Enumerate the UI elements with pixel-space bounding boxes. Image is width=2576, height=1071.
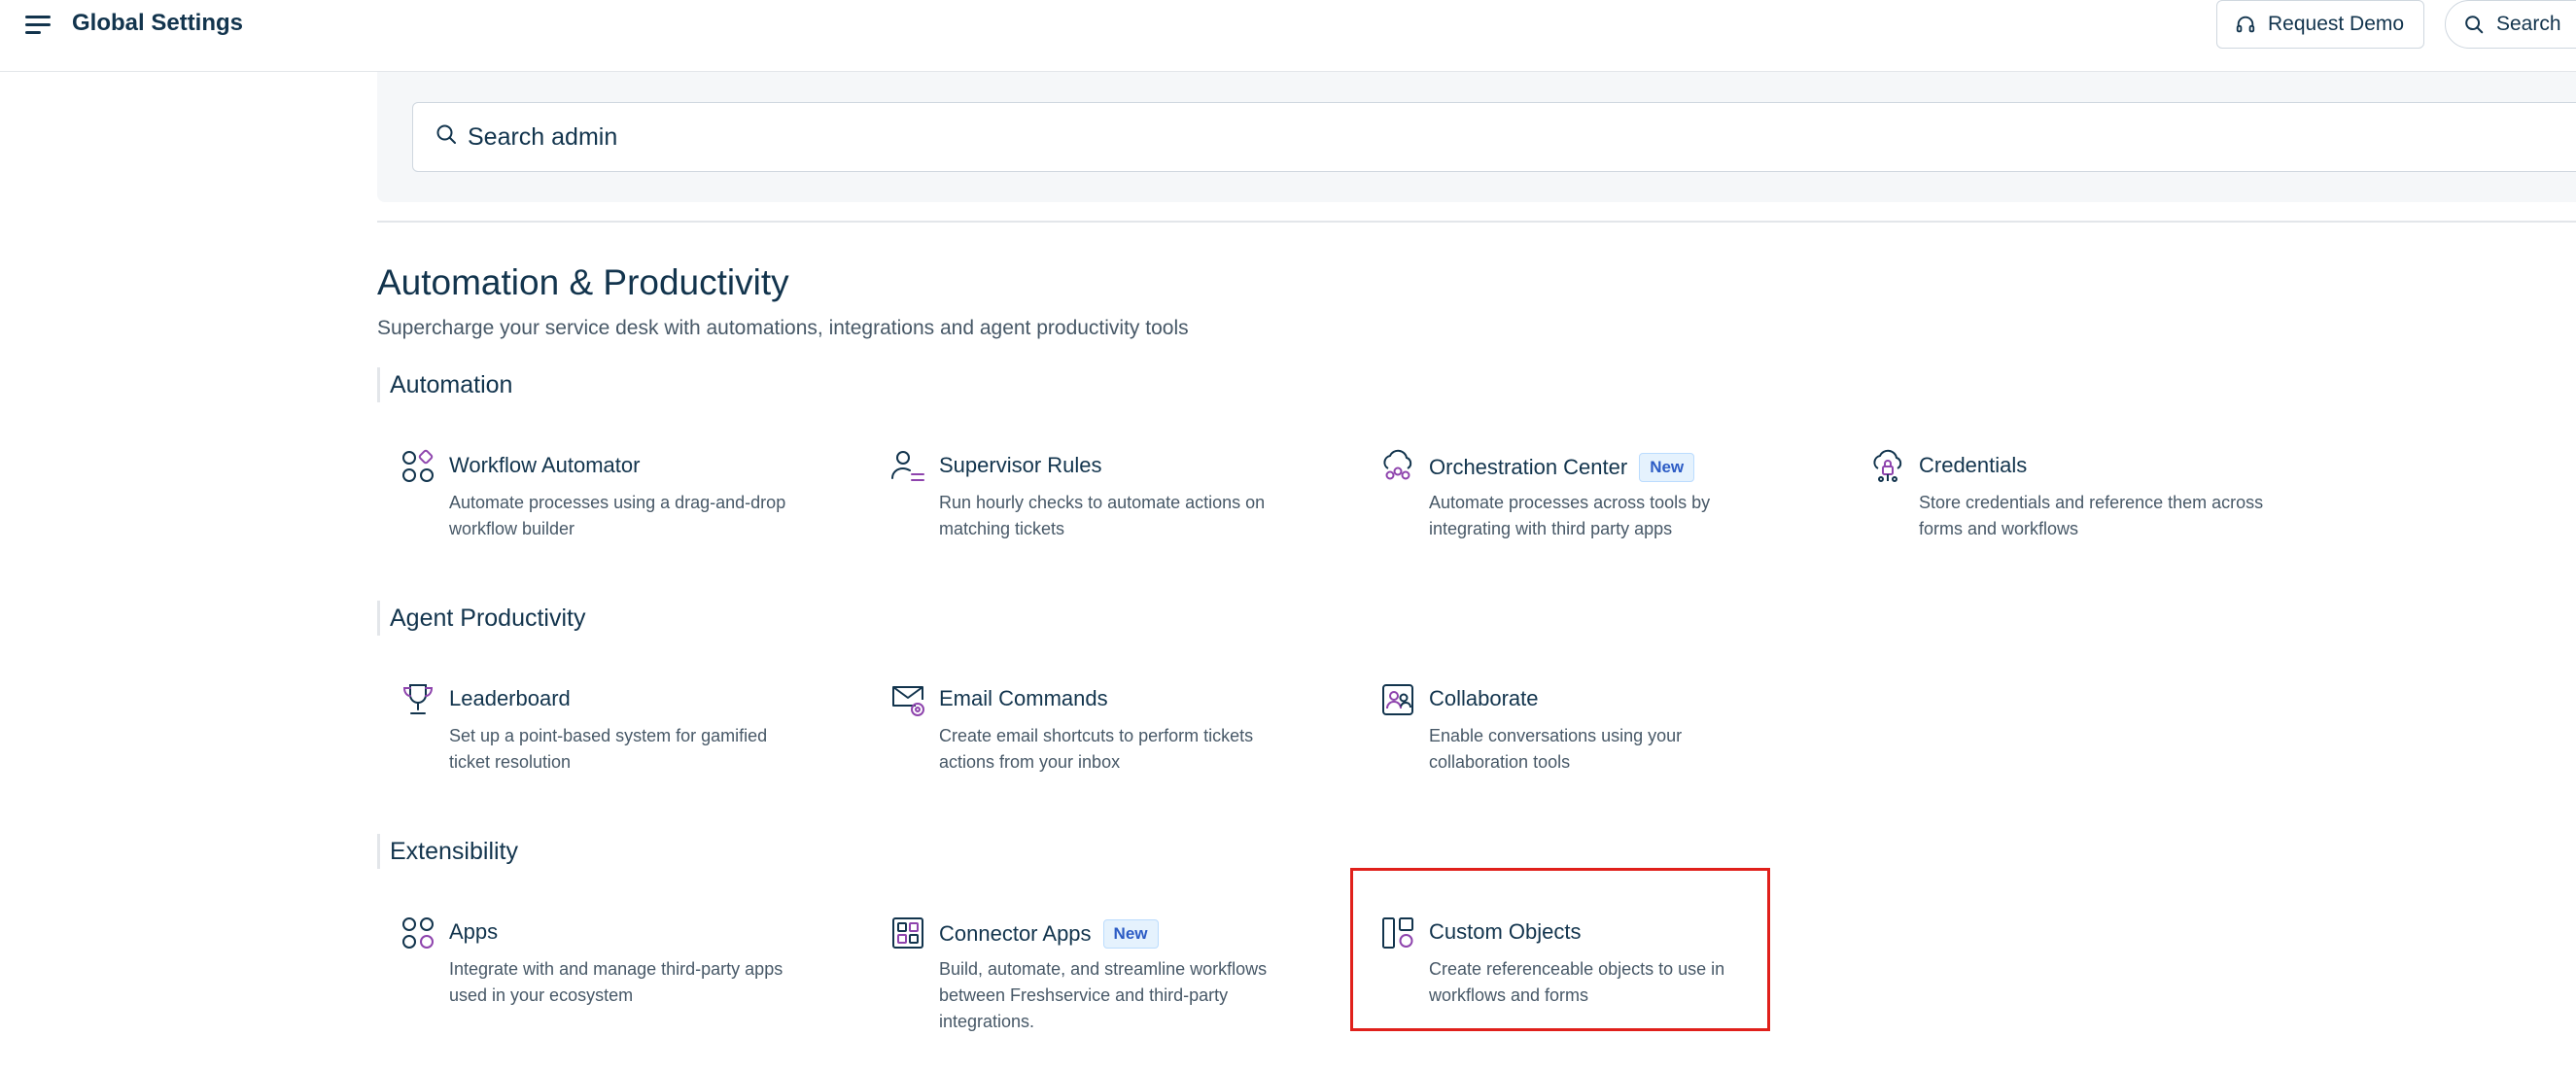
selection-highlight [1350, 868, 1770, 1031]
card-email-commands[interactable]: Email Commands Create email shortcuts to… [869, 682, 1287, 838]
card-description: Enable conversations using your collabor… [1429, 726, 1683, 772]
credentials-icon [1873, 449, 1902, 482]
card-orchestration-center[interactable]: Orchestration Center New Automate proces… [1359, 449, 1777, 605]
card-description: Automate processes across tools by integ… [1429, 493, 1711, 538]
collaborate-icon [1382, 684, 1413, 715]
request-demo-label: Request Demo [2268, 13, 2405, 35]
card-supervisor-rules[interactable]: Supervisor Rules Run hourly checks to au… [869, 449, 1287, 605]
search-icon [436, 124, 456, 144]
headset-icon [2236, 16, 2255, 33]
email-commands-icon [892, 686, 924, 716]
section-title: Automation & Productivity [377, 262, 789, 302]
card-description: Store credentials and reference them acr… [1919, 493, 2264, 538]
supervisor-rules-icon [891, 451, 924, 481]
global-search-button[interactable]: Search [2445, 0, 2576, 49]
card-collaborate[interactable]: Collaborate Enable conversations using y… [1359, 682, 1777, 838]
card-description: Build, automate, and streamline workflow… [939, 959, 1268, 1031]
card-title: Leaderboard [449, 686, 571, 710]
card-title: Collaborate [1429, 686, 1539, 710]
card-description: Integrate with and manage third-party ap… [449, 959, 783, 1005]
group-label-extensibility: Extensibility [377, 834, 518, 869]
card-description: Run hourly checks to automate actions on… [939, 493, 1266, 538]
request-demo-button[interactable]: Request Demo [2216, 0, 2424, 49]
card-title: Apps [449, 919, 499, 944]
new-badge: New [1639, 453, 1695, 482]
page-title: Global Settings [72, 10, 244, 36]
section-subtitle: Supercharge your service desk with autom… [377, 317, 1189, 339]
card-title: Connector Apps New [939, 919, 1159, 949]
search-icon [2465, 16, 2484, 34]
card-title: Workflow Automator [449, 453, 641, 477]
new-badge: New [1102, 919, 1159, 949]
apps-icon [402, 917, 434, 949]
orchestration-center-icon [1383, 449, 1412, 480]
admin-search-panel [377, 72, 2576, 202]
card-connector-apps[interactable]: Connector Apps New Build, automate, and … [869, 916, 1287, 1071]
hamburger-menu-icon[interactable] [25, 14, 52, 37]
admin-search-box[interactable] [412, 102, 2576, 172]
card-workflow-automator[interactable]: Workflow Automator Automate processes us… [379, 449, 797, 605]
group-label-automation: Automation [377, 367, 512, 402]
search-label: Search [2496, 13, 2561, 35]
card-title: Orchestration Center New [1429, 453, 1695, 482]
divider [377, 221, 2576, 223]
card-description: Create email shortcuts to perform ticket… [939, 726, 1254, 772]
card-title: Email Commands [939, 686, 1108, 710]
trophy-icon [402, 684, 434, 714]
card-description: Set up a point-based system for gamified… [449, 726, 768, 772]
card-credentials[interactable]: Credentials Store credentials and refere… [1849, 449, 2267, 605]
admin-search-input[interactable] [468, 115, 2412, 159]
group-label-agent-productivity: Agent Productivity [377, 601, 586, 636]
connector-apps-icon [892, 917, 923, 949]
top-bar: Global Settings Request Demo Search [0, 0, 2576, 72]
card-description: Automate processes using a drag-and-drop… [449, 493, 786, 538]
card-leaderboard[interactable]: Leaderboard Set up a point-based system … [379, 682, 797, 838]
card-title: Credentials [1919, 453, 2028, 477]
workflow-automator-icon [402, 449, 434, 482]
card-apps[interactable]: Apps Integrate with and manage third-par… [379, 916, 797, 1071]
card-title: Supervisor Rules [939, 453, 1102, 477]
